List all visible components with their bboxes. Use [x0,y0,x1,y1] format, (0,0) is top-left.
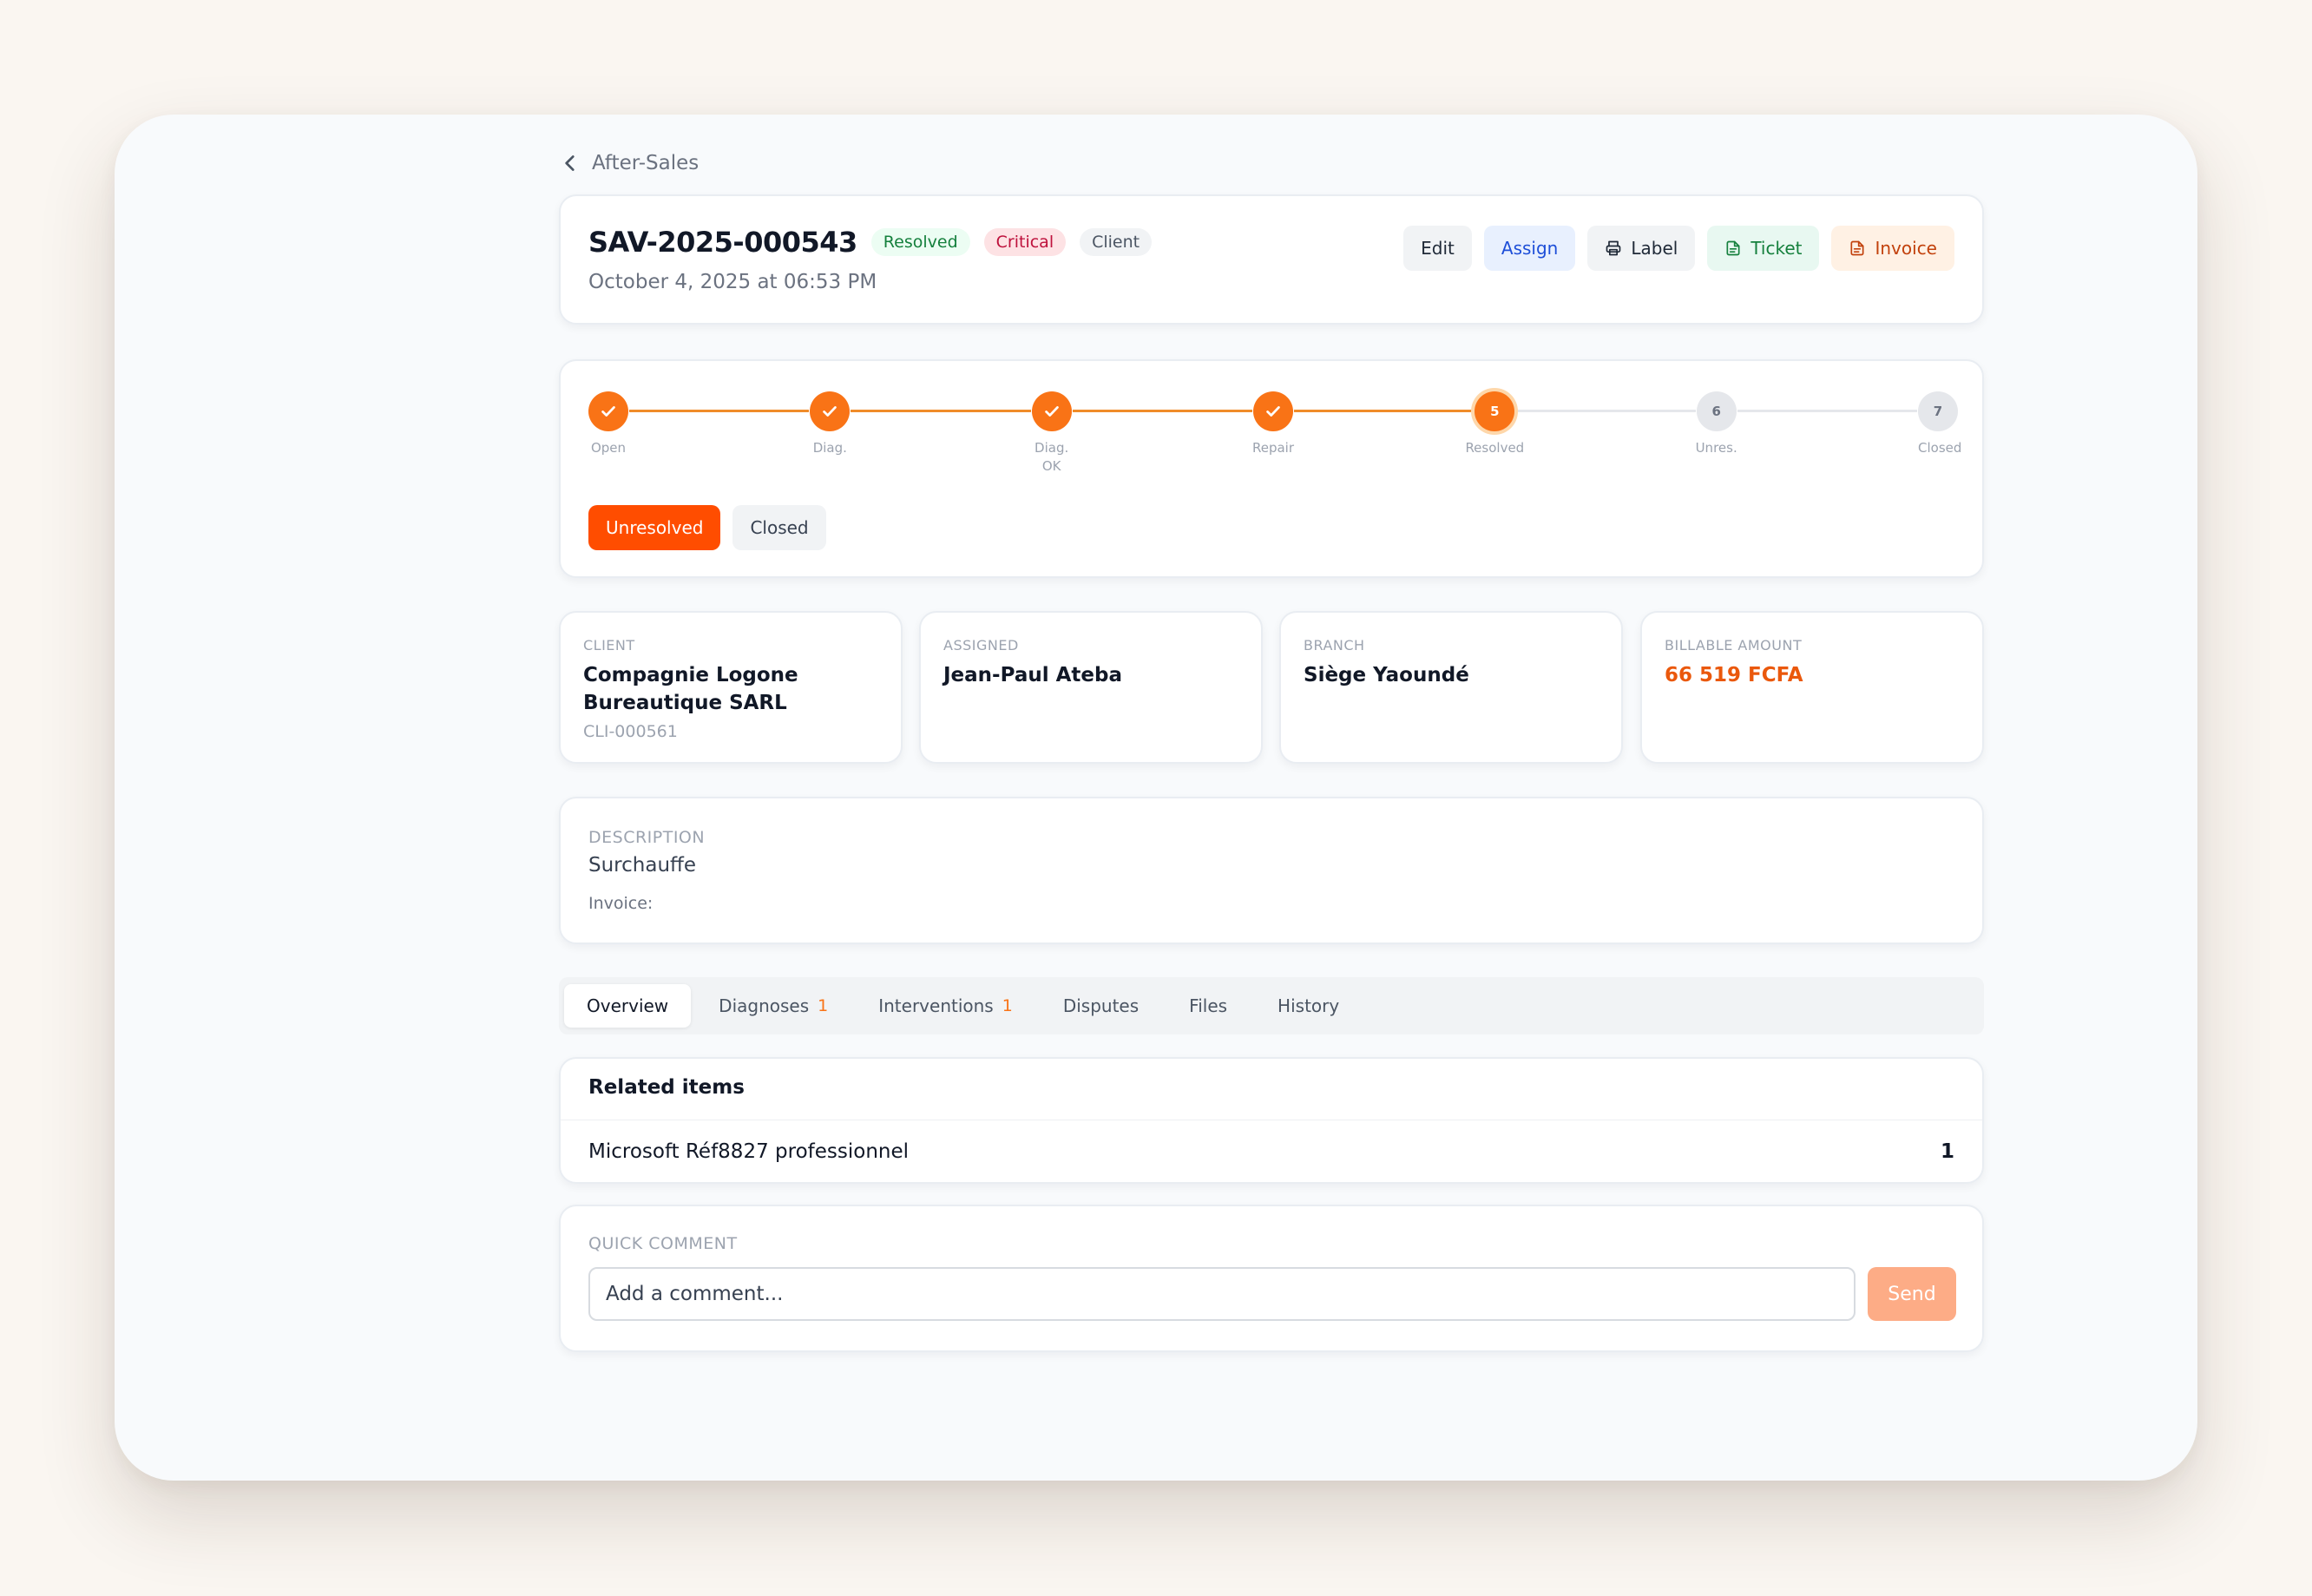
assigned-card: ASSIGNED Jean-Paul Ateba [919,611,1263,764]
check-icon [1253,391,1293,431]
file-icon [1850,240,1864,256]
billable-amount-card: BILLABLE AMOUNT 66 519 FCFA [1640,611,1984,764]
ticket-button[interactable]: Ticket [1707,226,1820,271]
tab-history[interactable]: History [1255,984,1362,1028]
file-text-icon [1726,240,1740,256]
step-number: 6 [1696,391,1737,431]
step-label: Diag. [812,440,847,456]
mark-unresolved-button[interactable]: Unresolved [588,505,721,550]
step-label: Repair [1251,440,1295,456]
step-label: Resolved [1465,440,1525,456]
branch-card: BRANCH Siège Yaoundé [1279,611,1623,764]
check-icon [810,391,851,431]
header-actions: Edit Assign Label Ticket Invoice [1403,226,1954,271]
step-number: 7 [1918,391,1958,431]
stepper-connector [1515,410,1696,412]
billable-label: BILLABLE AMOUNT [1665,637,1803,654]
item-name: Microsoft Réf8827 professionnel [588,1140,910,1163]
back-link[interactable]: After-Sales [559,144,699,182]
check-icon [588,391,628,431]
label-button-text: Label [1631,238,1678,259]
billable-amount: 66 519 FCFA [1665,664,1803,686]
print-label-button[interactable]: Label [1587,226,1696,271]
app-window: After-Sales SAV-2025-000543 Resolved Cri… [115,115,2197,1481]
tab-count-badge: 1 [818,996,829,1015]
step-label: Diag. OK [1034,440,1069,474]
step-number: 5 [1475,391,1515,431]
invoice-button-text: Invoice [1875,238,1937,259]
description-text: Surchauffe [588,854,697,877]
send-button[interactable]: Send [1868,1267,1956,1321]
client-card: CLIENT Compagnie Logone Bureautique SARL… [559,611,903,764]
description-card: DESCRIPTION Surchauffe Invoice: [559,797,1984,944]
client-name: Compagnie Logone Bureautique SARL [583,664,798,714]
stepper-connector [629,410,810,412]
status-stepper-card: Open Diag. Diag. OK Repair 5 Resolved 6 Unres. 7… [559,359,1984,578]
related-items-card: Related items Microsoft Réf8827 professi… [559,1057,1984,1184]
check-icon [1031,391,1072,431]
tab-count-badge: 1 [1002,996,1013,1015]
detail-tabs: Overview Diagnoses 1 Interventions 1 Disputes… [559,977,1984,1034]
tab-label: Diagnoses [719,995,810,1016]
client-label: CLIENT [583,637,635,654]
ticket-code: SAV-2025-000543 [588,226,857,259]
stepper-connector [1737,410,1917,412]
comment-input[interactable] [588,1267,1856,1321]
tab-overview[interactable]: Overview [564,984,692,1028]
tab-label: History [1278,995,1340,1016]
assigned-name: Jean-Paul Ateba [943,664,1123,686]
status-transition-buttons: Unresolved Closed [588,505,826,550]
list-item[interactable]: Microsoft Réf8827 professionnel 1 [588,1120,1954,1184]
stepper-connector [1294,410,1475,412]
stepper-connector [851,410,1031,412]
tab-label: Disputes [1062,995,1140,1016]
ticket-button-text: Ticket [1750,238,1803,259]
description-label: DESCRIPTION [588,828,706,847]
status-badge: Resolved [870,228,970,256]
step-label: Unres. [1695,440,1737,456]
tab-files[interactable]: Files [1166,984,1250,1028]
tab-interventions[interactable]: Interventions 1 [856,984,1035,1028]
mark-closed-button[interactable]: Closed [732,505,826,550]
quick-comment-label: QUICK COMMENT [588,1234,738,1253]
tab-label: Interventions [878,995,994,1016]
back-label: After-Sales [592,152,700,174]
tab-label: Overview [587,995,669,1016]
related-items-title: Related items [588,1076,745,1099]
assign-label: Assign [1501,238,1559,259]
step-label: Closed [1918,440,1962,456]
tab-label: Files [1189,995,1228,1016]
assign-button[interactable]: Assign [1483,226,1576,271]
invoice-label: Invoice: [588,894,654,913]
edit-button[interactable]: Edit [1403,226,1472,271]
ticket-date: October 4, 2025 at 06:53 PM [588,271,877,293]
chevron-left-icon [565,155,575,171]
branch-label: BRANCH [1304,637,1365,654]
ticket-header-card: SAV-2025-000543 Resolved Critical Client… [559,194,1984,325]
printer-icon [1606,240,1621,256]
status-stepper: Open Diag. Diag. OK Repair 5 Resolved 6 Unres. 7… [588,387,1962,491]
assigned-label: ASSIGNED [943,637,1019,654]
step-label: Open [590,440,627,456]
tab-disputes[interactable]: Disputes [1041,984,1161,1028]
item-quantity: 1 [1940,1140,1954,1163]
quick-comment-card: QUICK COMMENT Send [559,1205,1984,1352]
edit-label: Edit [1421,238,1455,259]
tab-diagnoses[interactable]: Diagnoses 1 [696,984,851,1028]
stepper-connector [1072,410,1252,412]
origin-badge: Client [1080,228,1153,256]
invoice-button[interactable]: Invoice [1831,226,1954,271]
branch-name: Siège Yaoundé [1304,664,1469,686]
client-id: CLI-000561 [583,722,678,741]
priority-badge: Critical [983,228,1067,256]
